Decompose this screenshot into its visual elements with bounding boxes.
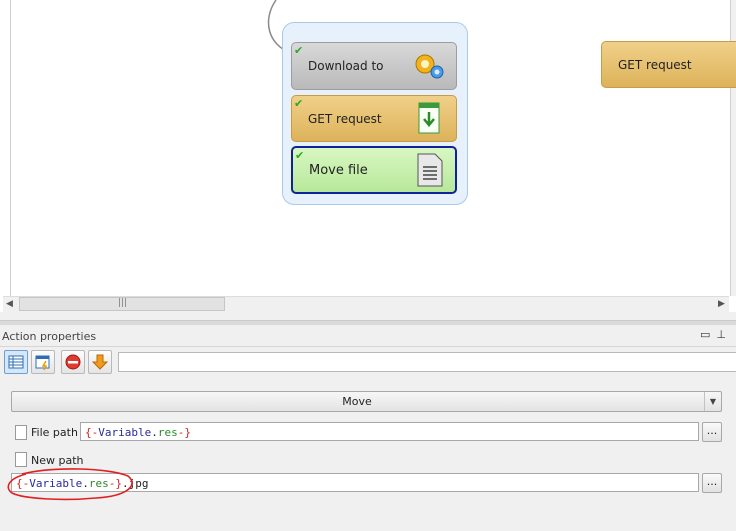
window-lightning-icon (35, 355, 50, 371)
pin-icon[interactable]: ▭⊥ (700, 328, 732, 341)
action-select-value: Move (342, 395, 372, 408)
scroll-right-icon[interactable]: ▶ (718, 299, 725, 309)
download-file-icon (418, 102, 440, 134)
arrow-down-icon (91, 354, 109, 370)
node-get-request-right[interactable]: GET request (601, 41, 736, 88)
check-icon: ✔ (294, 44, 304, 57)
move-down-button[interactable] (88, 350, 112, 374)
file-icon (15, 425, 27, 440)
node-label: Download to (308, 59, 384, 73)
file-path-input[interactable]: {-Variable.res-} (80, 422, 699, 441)
node-label: GET request (618, 58, 692, 72)
file-icon (15, 452, 27, 467)
node-get-request[interactable]: ✔ GET request (291, 95, 457, 142)
file-path-label: File path (31, 426, 78, 439)
node-label: Move file (309, 163, 368, 178)
properties-view-button[interactable] (4, 350, 28, 374)
events-view-button[interactable] (31, 350, 55, 374)
chevron-down-icon[interactable]: ▼ (704, 392, 721, 411)
grip-icon: ||| (118, 298, 128, 308)
check-icon: ✔ (295, 149, 305, 162)
node-move-file[interactable]: ✔ Move file (291, 146, 457, 194)
new-path-browse-button[interactable]: ... (702, 473, 722, 493)
stop-button[interactable] (61, 350, 85, 374)
gears-icon (415, 54, 444, 79)
scroll-left-icon[interactable]: ◀ (6, 299, 13, 309)
panel-title: Action properties (2, 330, 97, 343)
node-download-to[interactable]: ✔ Download to (291, 42, 457, 90)
panel-splitter[interactable] (0, 320, 736, 325)
file-path-browse-button[interactable]: ... (702, 422, 722, 442)
node-label: GET request (308, 112, 382, 126)
grid-icon (8, 355, 24, 369)
document-icon (417, 153, 443, 187)
annotation-circle (7, 468, 133, 501)
check-icon: ✔ (294, 97, 304, 110)
toolbar-text-field[interactable] (118, 352, 736, 372)
stop-icon (65, 354, 81, 370)
toolbar-divider (0, 346, 736, 347)
